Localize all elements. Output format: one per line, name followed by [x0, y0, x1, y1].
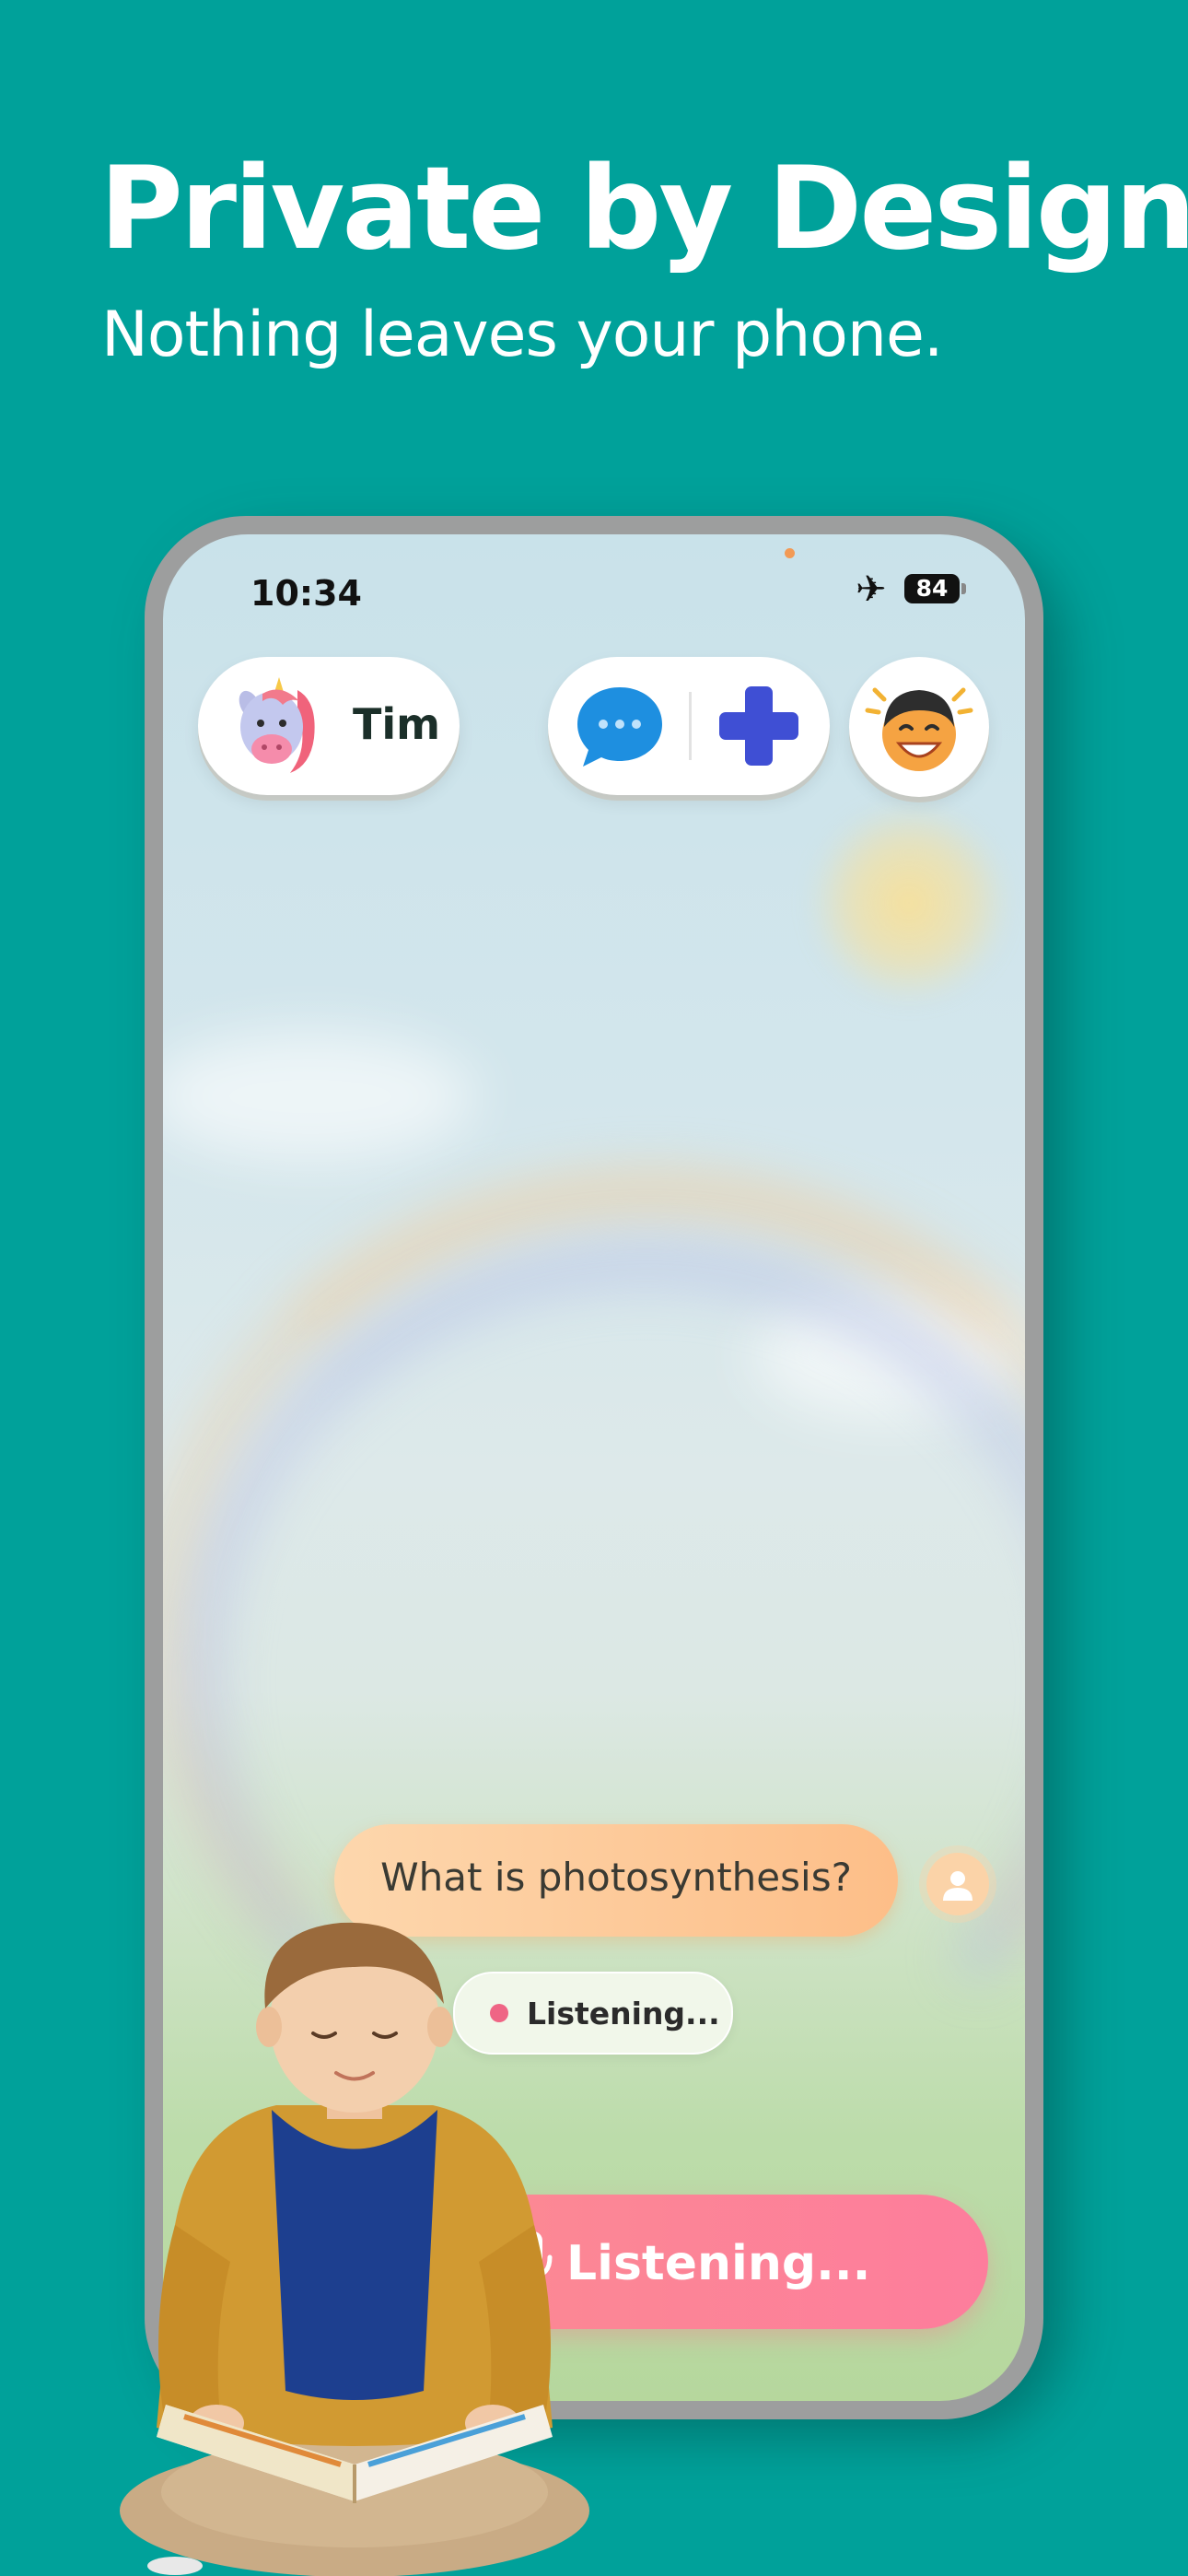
person-icon	[943, 1871, 973, 1901]
profile-name: Tim	[353, 699, 441, 749]
battery-tip	[961, 583, 966, 594]
cloud-decoration	[163, 1032, 476, 1161]
promo-subheadline: Nothing leaves your phone.	[101, 299, 943, 371]
promo-headline: Private by Design	[99, 143, 1188, 275]
unicorn-icon	[239, 677, 315, 773]
action-divider	[689, 692, 692, 760]
mic-button-label: Listening...	[566, 2236, 871, 2291]
profile-switcher[interactable]: Tim	[198, 657, 460, 795]
camera-indicator	[785, 548, 795, 558]
child-reading-photo	[120, 1922, 589, 2576]
chat-bubble-icon[interactable]	[574, 680, 666, 772]
airplane-icon: ✈	[856, 568, 887, 611]
sun-decoration	[808, 802, 1010, 1004]
mascot-button[interactable]	[849, 657, 989, 797]
battery-indicator: 84	[904, 574, 960, 603]
action-bar	[548, 657, 830, 795]
plus-icon[interactable]	[714, 681, 804, 771]
smiling-boy-face-icon	[865, 687, 973, 771]
status-time: 10:34	[250, 573, 362, 614]
user-avatar-icon	[926, 1853, 989, 1915]
question-text: What is photosynthesis?	[380, 1855, 852, 1900]
